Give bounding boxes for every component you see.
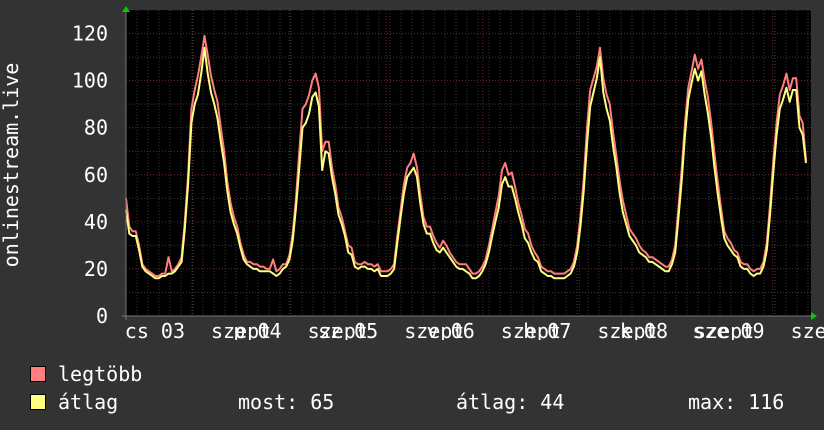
- x-tick-label: sze 09: [692, 319, 764, 340]
- stat-avg: átlag: 44: [456, 390, 564, 414]
- stat-now-label: most:: [238, 390, 299, 414]
- y-tick-label: 60: [84, 163, 108, 187]
- x-tick-label: cs 03: [125, 319, 185, 340]
- stat-now-value: 65: [310, 390, 335, 414]
- y-tick-label: 80: [84, 116, 108, 140]
- legend-label-avg: átlag: [58, 390, 119, 414]
- x-tick-label: szept: [791, 319, 824, 340]
- x-tick-label: v 06: [427, 319, 475, 340]
- stat-avg-label: átlag:: [456, 390, 529, 414]
- x-tick-label: k 08: [620, 319, 668, 340]
- y-axis-arrow: [122, 6, 130, 12]
- stat-avg-value: 44: [540, 390, 565, 414]
- x-axis-ticks: cs 03 szeptp 04 szeptsz 05 szeptv 06 szepth …: [125, 319, 824, 340]
- legend-label-max: legtöbb: [58, 362, 143, 386]
- y-axis-label: onlinestream.live: [0, 63, 23, 268]
- chart: 020406080100120 cs 03 szeptp 04 szeptsz 05…: [0, 6, 824, 340]
- x-tick-label: h 07: [523, 319, 571, 340]
- stat-max: max: 116: [688, 390, 784, 414]
- legend-swatch-max: [30, 366, 46, 382]
- legend-item-max: legtöbb: [30, 362, 142, 386]
- stat-max-value: 116: [748, 390, 785, 414]
- x-tick-label: sz 05: [318, 319, 378, 340]
- x-tick-label: p 04: [233, 319, 281, 340]
- y-tick-label: 40: [84, 210, 108, 234]
- y-axis-ticks: 0 20 40 60 80 100 120: [72, 22, 108, 328]
- y-tick-label: 20: [84, 257, 108, 281]
- legend-swatch-avg: [30, 394, 46, 410]
- y-tick-label: 0: [96, 304, 108, 328]
- stat-now: most: 65: [238, 390, 334, 414]
- y-tick-label: 100: [72, 69, 108, 93]
- stat-max-label: max:: [688, 390, 737, 414]
- plot-background: [126, 10, 811, 316]
- y-tick-label: 120: [72, 22, 108, 46]
- legend-item-avg: átlag: [30, 390, 118, 414]
